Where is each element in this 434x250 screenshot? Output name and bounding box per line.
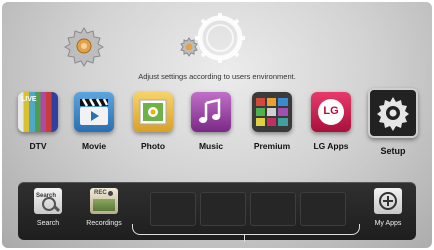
plus-circle-icon [374,188,402,214]
live-badge-text: LIVE [21,96,37,103]
app-photo[interactable]: Photo [126,92,180,151]
gear-decoration-icon [64,27,104,67]
app-label: Photo [140,141,166,151]
empty-app-slot[interactable] [200,192,246,226]
dock-recordings[interactable]: REC Recordings [78,188,130,227]
rec-badge-text: REC [94,190,107,196]
app-music[interactable]: Music [184,92,238,151]
app-label: LG Apps [313,141,349,151]
app-label: Movie [81,141,107,151]
lg-logo-text: LG [323,105,339,117]
tv-home-screen: Adjust settings according to users envir… [2,2,432,248]
dock-my-apps[interactable]: My Apps [362,188,414,227]
app-dtv[interactable]: LIVE DTV [11,92,65,151]
slot-group-bracket [132,224,360,235]
dock-label: Recordings [86,220,122,227]
dock-search[interactable]: Search Search [22,188,74,227]
setup-hint-text: Adjust settings according to users envir… [138,72,296,81]
empty-app-slot[interactable] [150,192,196,226]
app-lg-apps[interactable]: LG LG Apps [304,92,358,151]
app-setup[interactable]: Setup [366,88,420,156]
search-icon: Search [34,188,62,214]
film-clapper-icon [74,92,114,132]
app-movie[interactable]: Movie [67,92,121,151]
lg-logo-icon: LG [311,92,351,132]
app-label: Premium [253,141,291,151]
slot-group-tick [244,234,245,242]
gear-outline-icon [195,13,245,63]
photo-icon [133,92,173,132]
dock-label: My Apps [374,220,402,227]
app-premium[interactable]: Premium [245,92,299,151]
app-label: Music [198,141,224,151]
tv-icon: LIVE [18,92,58,132]
recordings-icon: REC [90,188,118,214]
empty-app-slot[interactable] [250,192,296,226]
app-label: Setup [380,146,406,156]
dock-label: Search [36,220,60,227]
app-label: DTV [29,141,47,151]
premium-grid-icon [252,92,292,132]
gear-icon [368,88,418,138]
empty-app-slot[interactable] [300,192,346,226]
music-note-icon [191,92,231,132]
